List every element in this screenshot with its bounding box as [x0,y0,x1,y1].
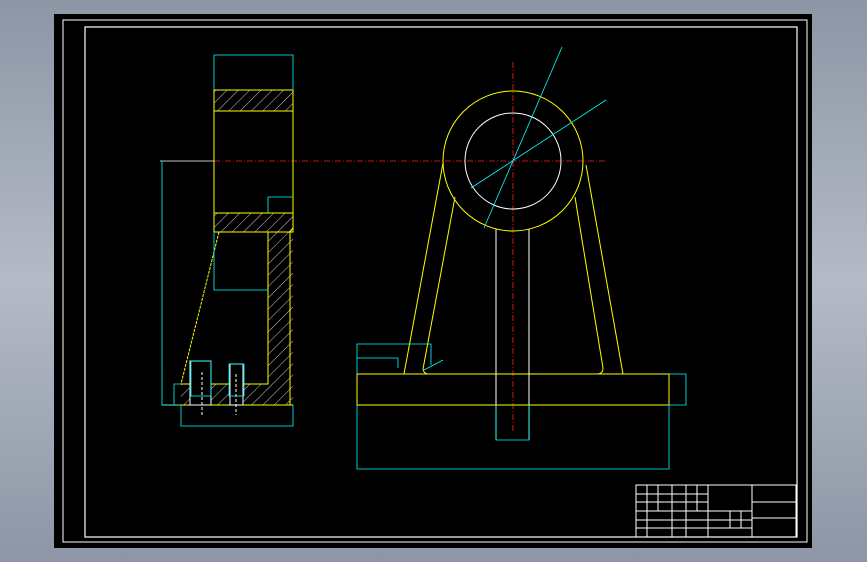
model-space [54,14,812,548]
cad-drawing-canvas[interactable] [0,0,867,562]
